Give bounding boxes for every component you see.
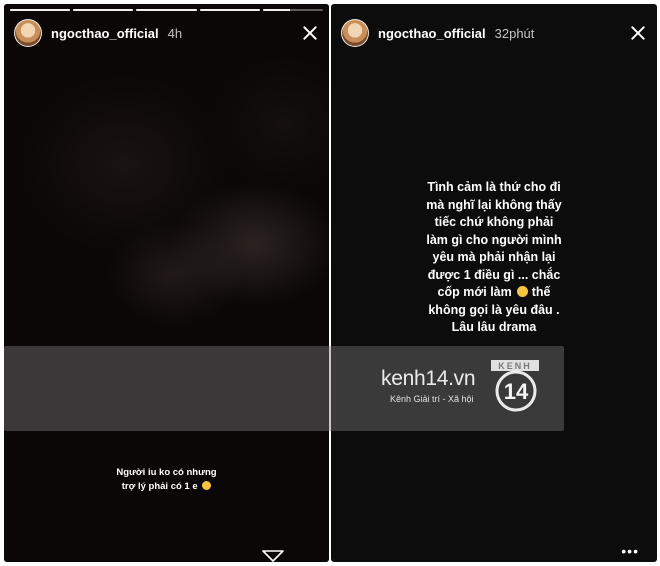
text-line: yêu mà phải nhận lại (432, 250, 556, 264)
send-icon[interactable] (262, 550, 284, 562)
text-line: thế (531, 285, 551, 299)
avatar[interactable] (341, 19, 369, 47)
story-caption: Người iu ko có nhưng trợ lý phải có 1 e (4, 466, 329, 494)
story-header: ngocthao_official 32phút (341, 18, 649, 48)
story-panel-right: ngocthao_official 32phút Tình cảm là thứ… (331, 4, 657, 562)
close-icon[interactable] (627, 22, 649, 44)
text-line: không gọi là yêu đâu . (428, 302, 560, 317)
progress-segment (262, 9, 324, 11)
badge-top-text: KENH (498, 361, 532, 371)
text-line: tiếc chứ không phải (434, 215, 554, 229)
text-line: Tình cảm là thứ cho đi (427, 180, 561, 194)
text-line: Lâu lâu drama (451, 320, 537, 334)
close-icon[interactable] (299, 22, 321, 44)
username[interactable]: ngocthao_official (51, 26, 159, 41)
badge-number: 14 (504, 379, 529, 404)
text-line: được 1 điều gì ... chắc (427, 267, 561, 282)
avatar[interactable] (14, 19, 42, 47)
post-time: 4h (167, 25, 183, 41)
story-header: ngocthao_official 4h (14, 18, 321, 48)
progress-segment (10, 9, 71, 11)
watermark-band (4, 346, 564, 431)
more-dots-icon[interactable]: ••• (621, 544, 639, 558)
caption-line-2: trợ lý phải có 1 e (4, 480, 329, 494)
caption-line: Người iu ko có nhưng (116, 467, 217, 478)
smiling-face-emoji-icon (202, 481, 212, 490)
story-panel-left: ngocthao_official 4h Người iu ko có nhưn… (4, 4, 329, 562)
watermark-site: kenh14.vn (381, 367, 476, 390)
watermark-tagline: Kênh Giải trí - Xã hội (390, 394, 474, 404)
story-text: Tình cảm là thứ cho đi mà nghĩ lại không… (331, 179, 657, 337)
text-line: cốp mới làm (437, 285, 512, 299)
progress-bar (10, 9, 324, 11)
text-line-emoji: cốp mới làm thế (331, 284, 657, 302)
text-line: làm gì cho người mình (426, 232, 562, 247)
caption-line: trợ lý phải có 1 e (121, 481, 198, 492)
post-time: 32phút (494, 25, 535, 41)
progress-segment (199, 9, 260, 11)
smiling-face-emoji-icon (517, 286, 529, 297)
text-line: mà nghĩ lại không thấy (426, 197, 562, 212)
username[interactable]: ngocthao_official (378, 26, 486, 41)
story-comparison: ngocthao_official 4h Người iu ko có nhưn… (0, 0, 660, 566)
progress-segment (136, 9, 197, 11)
kenh14-logo-icon: KENH 14 (491, 360, 539, 412)
progress-segment (73, 9, 134, 11)
